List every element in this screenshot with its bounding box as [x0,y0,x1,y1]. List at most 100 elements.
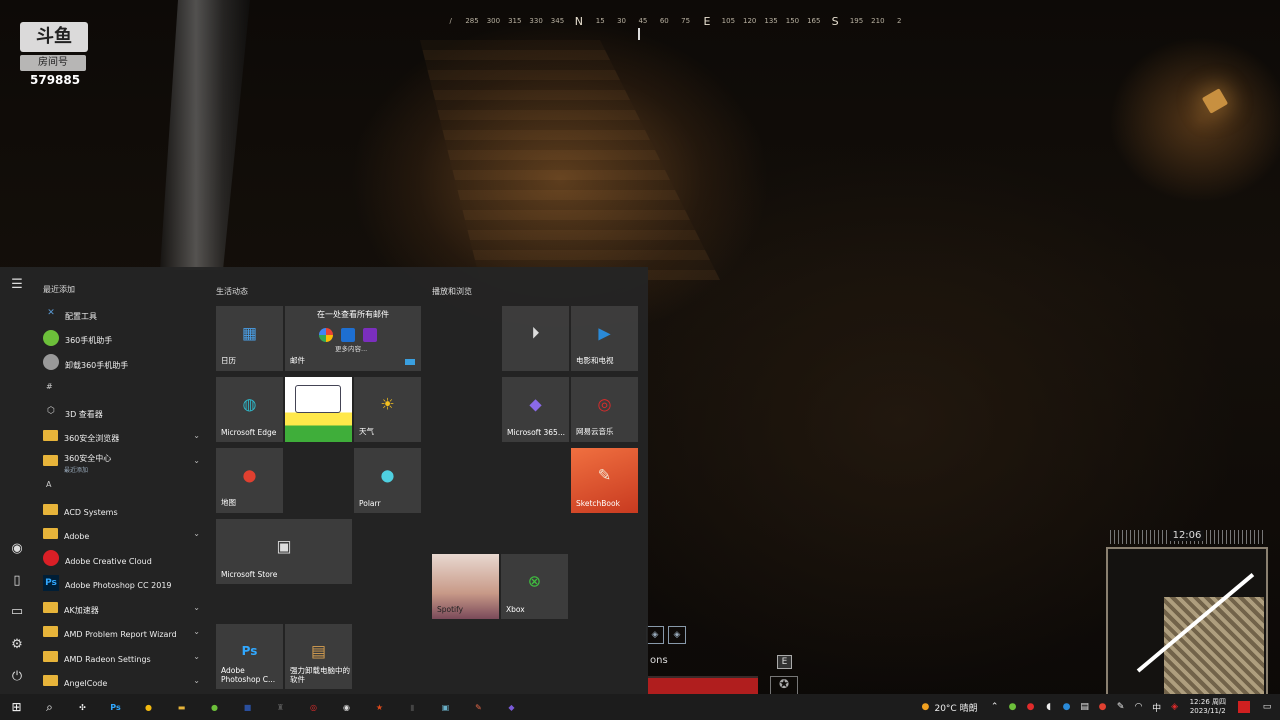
screen-record-icon[interactable] [1238,701,1250,713]
compass-tick-label: 75 [681,17,691,25]
app-folder[interactable]: Adobe ⌄ [34,522,206,547]
tile-polarr[interactable]: ● Polarr [354,448,421,513]
app-label: AMD Radeon Settings [64,654,151,664]
taskbar-360-button[interactable]: ● [198,694,231,720]
app-label: 配置工具 [65,311,97,321]
sketch-drawing [295,385,341,413]
creative-cloud-icon [43,550,59,567]
taskbar-chrome-button[interactable]: ● [132,694,165,720]
search-icon[interactable]: ⌕ [33,694,66,720]
minimap-terrain [1164,597,1264,699]
tile-weather[interactable]: ☀ 天气 [354,377,421,442]
taskbar-widgets-button[interactable]: ✣ [66,694,99,720]
hud-slot-icon: ◈ [646,626,664,644]
tile-calendar[interactable]: ▦ 日历 [216,306,283,371]
network-icon[interactable]: ▤ [1078,701,1092,713]
photoshop-icon: Ps [43,574,59,591]
settings-gear-icon[interactable]: ⚙ [8,636,26,654]
app-folder[interactable]: AMD Radeon Settings ⌄ [34,644,206,669]
taskbar-folder-button[interactable]: ▬ [165,694,198,720]
tile-movies[interactable]: ▶ 电影和电视 [571,306,638,371]
tile-spotify[interactable]: Spotify [432,554,499,619]
taskbar-pen-button[interactable]: ✎ [462,694,495,720]
power-icon[interactable]: ⏻ [8,668,26,686]
taskbar-image-viewer-button[interactable]: ▣ [429,694,462,720]
tile-photoshop[interactable]: Ps Adobe Photoshop C... [216,624,283,689]
app-item[interactable]: 360手机助手 [34,326,206,351]
chevron-down-icon[interactable]: ⌄ [193,456,200,465]
app-folder[interactable]: AMD Problem Report Wizard ⌄ [34,620,206,645]
chevron-down-icon[interactable]: ⌄ [193,603,200,612]
app-folder[interactable]: AK加速器 ⌄ [34,595,206,620]
tile-photo[interactable] [285,377,352,442]
wifi-icon[interactable]: ◠ [1132,701,1146,713]
app-folder[interactable]: 360安全浏览器 ⌄ [34,424,206,449]
weather-text[interactable]: 20°C 晴朗 [934,701,977,714]
lit-brick-wall [420,40,720,280]
xbox-icon: ⊗ [527,571,542,591]
app-list-letter[interactable]: # [34,375,206,400]
tile-xbox[interactable]: ⊗ Xbox [501,554,568,619]
ime-indicator[interactable]: 中 [1150,701,1164,714]
tile-groove[interactable]: ⏵ [502,306,569,371]
chevron-down-icon[interactable]: ⌄ [193,431,200,440]
taskbar-app-blue-button[interactable]: ■ [231,694,264,720]
taskbar-app-dark-button[interactable]: ▮ [396,694,429,720]
app-folder[interactable]: 360安全中心 最近添加 ⌄ [34,448,206,474]
group-life-header: 生活动态 [216,287,248,296]
tile-store[interactable]: ▣ Microsoft Store [216,519,352,584]
app-list-letter[interactable]: A [34,473,206,498]
steam-tray-icon[interactable]: ● [1060,701,1074,713]
app-tray-icon[interactable]: ● [1096,701,1110,713]
compass-tick-label: 285 [465,17,479,25]
taskbar-office-button[interactable]: ◆ [495,694,528,720]
tile-maps[interactable]: ● 地图 [216,448,283,513]
tile-edge[interactable]: ◍ Microsoft Edge [216,377,283,442]
taskbar-game2-button[interactable]: ★ [363,694,396,720]
hamburger-menu-icon[interactable]: ☰ [8,276,26,294]
pictures-icon[interactable]: ▭ [8,603,26,621]
tile-office[interactable]: ◆ Microsoft 365... [502,377,569,442]
app-label: Adobe [64,532,90,542]
chevron-down-icon[interactable]: ⌄ [193,627,200,636]
volume-icon[interactable]: ◖ [1042,701,1056,713]
app-item[interactable]: Ps Adobe Photoshop CC 2019 [34,571,206,596]
start-rail: ☰ ◉ ▯ ▭ ⚙ ⏻ [0,267,34,694]
pen-tray-icon[interactable]: ✎ [1114,701,1128,713]
tile-label: 邮件 [290,356,305,365]
tile-sketchbook[interactable]: ✎ SketchBook [571,448,638,513]
chrome-icon: ● [145,702,152,712]
documents-icon[interactable]: ▯ [8,572,26,590]
app-item[interactable]: ⬡ 3D 查看器 [34,399,206,424]
taskbar-netease-music-button[interactable]: ◎ [297,694,330,720]
app-item[interactable]: ✕ 配置工具 [34,301,206,326]
weather-icon[interactable]: ● [918,701,932,713]
app-label: ACD Systems [64,507,118,517]
app-item[interactable]: Adobe Creative Cloud [34,546,206,571]
app-folder[interactable]: AngelCode ⌄ [34,669,206,694]
360-tray-icon[interactable]: ● [1006,701,1020,713]
image-viewer-icon: ▣ [441,702,450,712]
taskbar-steam-button[interactable]: ◉ [330,694,363,720]
taskbar-photoshop-button[interactable]: Ps [99,694,132,720]
chevron-down-icon[interactable]: ⌄ [193,652,200,661]
clock[interactable]: 12:26 周四 2023/11/2 [1190,698,1226,716]
tile-mail[interactable]: 在一处查看所有邮件 更多内容... 邮件 [285,306,421,371]
app-folder[interactable]: ACD Systems [34,497,206,522]
security-tray-icon[interactable]: ◈ [1168,701,1182,713]
app-item[interactable]: 卸载360手机助手 [34,350,206,375]
tile-uninstaller[interactable]: ▤ 强力卸载电脑中的软件 [285,624,352,689]
notification-icon[interactable]: ▭ [1260,701,1274,713]
chevron-up-icon[interactable]: ⌃ [988,701,1002,713]
polarr-icon: ● [380,465,395,485]
netease-tray-icon[interactable]: ● [1024,701,1038,713]
mail-badge-icon [405,359,415,365]
chevron-down-icon[interactable]: ⌄ [193,529,200,538]
minimap[interactable] [1106,547,1268,701]
app-list[interactable]: 最近添加 ✕ 配置工具 360手机助手 卸载360手机助手 # ⬡ 3D 查看器 360安全浏… [34,277,206,694]
chevron-down-icon[interactable]: ⌄ [193,676,200,685]
start-button[interactable]: ⊞ [0,694,33,720]
taskbar-game-button[interactable]: ♜ [264,694,297,720]
tile-netease[interactable]: ◎ 网易云音乐 [571,377,638,442]
user-avatar-icon[interactable]: ◉ [8,540,26,558]
